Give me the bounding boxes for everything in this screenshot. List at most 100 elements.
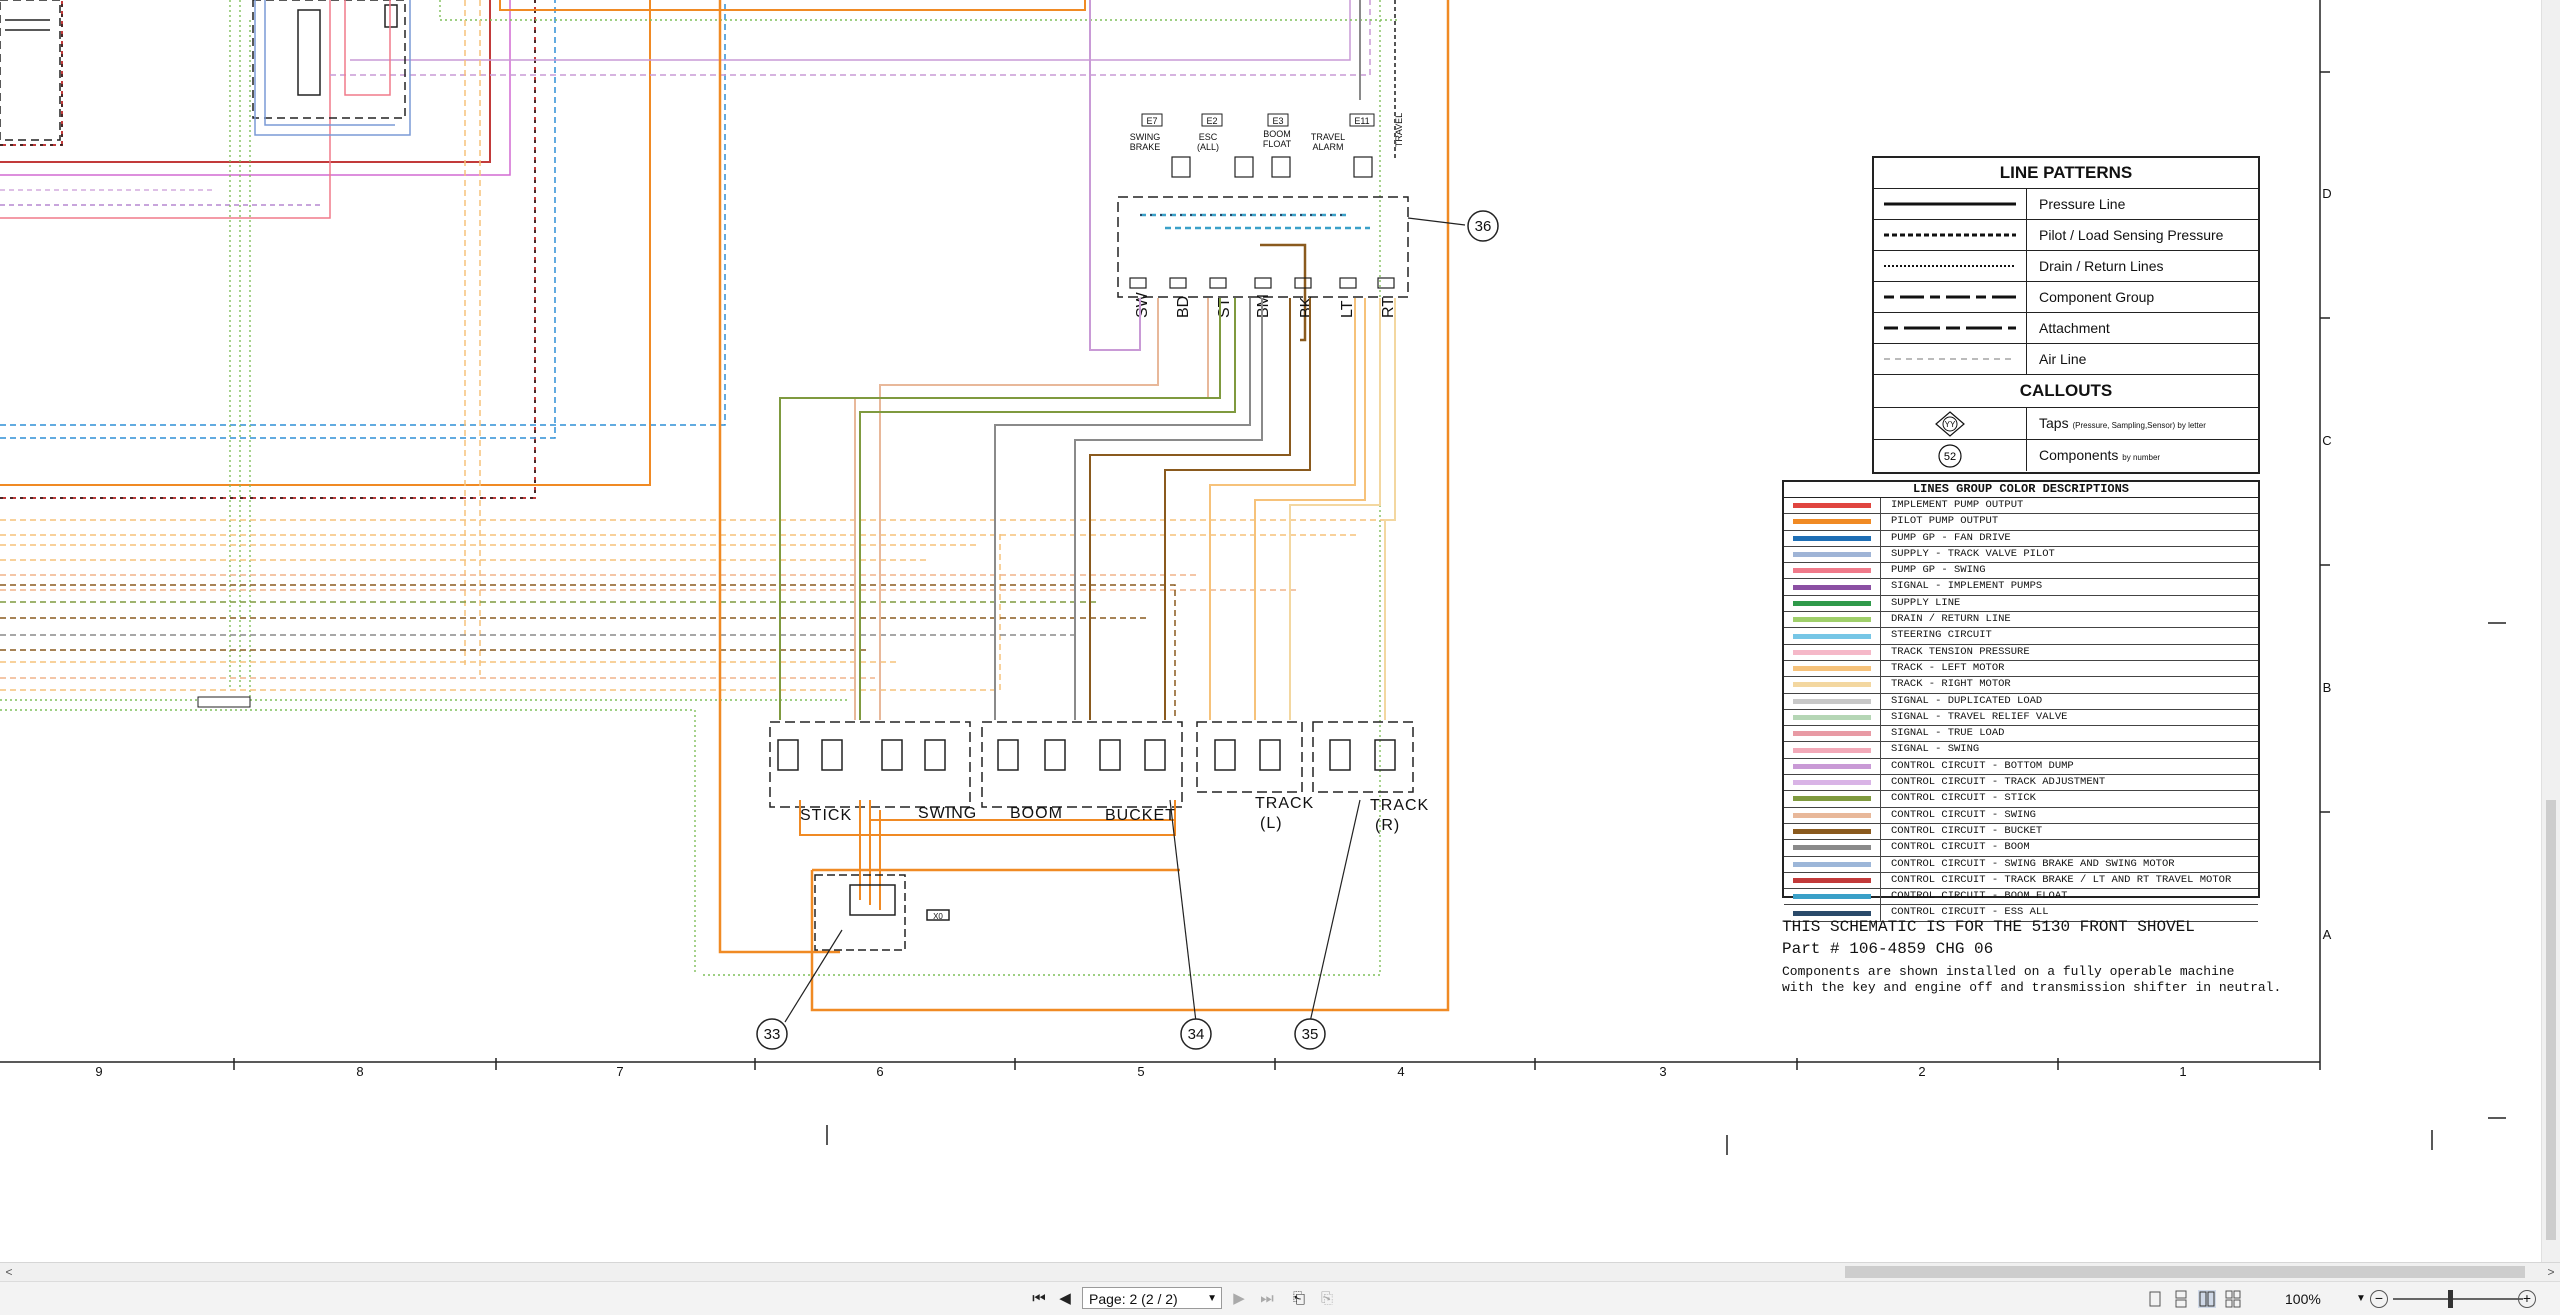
color-swatch [1784,856,1881,872]
color-swatch [1784,612,1881,628]
single-page-view-icon[interactable] [2146,1290,2164,1308]
label-bucket: BUCKET [1105,807,1176,824]
page-dropdown-icon[interactable]: ▼ [1207,1288,1217,1310]
color-description-label: CONTROL CIRCUIT - BOOM FLOAT [1891,890,2068,903]
svg-text:4: 4 [1397,1064,1404,1079]
svg-text:E2: E2 [1206,116,1217,126]
zoom-dropdown-icon[interactable]: ▼ [2356,1288,2366,1310]
svg-text:5: 5 [1137,1064,1144,1079]
tap-diamond-icon: YY [1935,410,1965,437]
next-page-icon[interactable]: ▶ [1228,1288,1250,1310]
color-description-label: CONTROL CIRCUIT - SWING [1891,808,2036,821]
color-description-row: SIGNAL - IMPLEMENT PUMPS [1784,579,2258,596]
previous-page-icon[interactable]: ◀ [1054,1288,1076,1310]
vertical-scrollbar[interactable] [2541,0,2560,1262]
svg-text:BRAKE: BRAKE [1130,142,1161,152]
line-patterns-title: LINE PATTERNS [1874,158,2258,189]
line-pattern-row: Air Line [1874,344,2258,375]
svg-text:7: 7 [616,1064,623,1079]
label-track-l-side: (L) [1260,815,1283,832]
color-description-row: SUPPLY LINE [1784,595,2258,613]
previous-view-icon[interactable]: ⎗ [1288,1288,1310,1310]
horizontal-scroll-thumb[interactable] [1845,1266,2525,1278]
color-description-label: SIGNAL - TRAVEL RELIEF VALVE [1891,710,2068,723]
color-swatch [1784,660,1881,677]
color-description-label: CONTROL CIRCUIT - BOOM [1891,841,2030,854]
color-swatch [1784,775,1881,791]
color-description-row: SUPPLY - TRACK VALVE PILOT [1784,546,2258,564]
last-page-icon[interactable]: ⏭ [1256,1288,1278,1310]
valve-groups [769,721,1414,808]
color-description-label: PILOT PUMP OUTPUT [1891,515,1999,528]
color-description-row: DRAIN / RETURN LINE [1784,612,2258,629]
callout-34: 34 [1188,1026,1205,1043]
color-description-label: CONTROL CIRCUIT - BOTTOM DUMP [1891,759,2074,772]
svg-text:ESC: ESC [1199,132,1218,142]
zoom-level: 100% [2285,1291,2321,1307]
color-swatch [1784,693,1881,709]
color-description-label: CONTROL CIRCUIT - BUCKET [1891,824,2043,837]
color-description-row: TRACK - LEFT MOTOR [1784,660,2258,678]
document-viewport[interactable]: E7 SWING BRAKE E2 ESC (ALL) E3 BOOM FLOAT E… [0,0,2560,1262]
svg-text:TRAVEL: TRAVEL [1311,132,1345,142]
svg-text:B: B [2323,680,2332,695]
color-description-row: SIGNAL - DUPLICATED LOAD [1784,693,2258,710]
svg-text:C: C [2322,433,2331,448]
vertical-scroll-thumb[interactable] [2546,800,2556,1240]
color-description-row: CONTROL CIRCUIT - BUCKET [1784,823,2258,841]
continuous-facing-view-icon[interactable] [2224,1290,2242,1308]
svg-text:SW: SW [1134,291,1151,318]
label-track-r: TRACK [1370,797,1429,814]
scroll-right-icon[interactable]: > [2542,1263,2560,1281]
label-track-r-side: (R) [1375,817,1400,834]
horizontal-scrollbar[interactable]: < > [0,1262,2560,1281]
zoom-slider-thumb[interactable] [2448,1290,2453,1308]
color-description-label: CONTROL CIRCUIT - SWING BRAKE AND SWING … [1891,857,2175,870]
status-bar: ⏮ ◀ Page: 2 (2 / 2) ▼ ▶ ⏭ ⎗ ⎘ 100% ▼ − + [0,1281,2560,1315]
disclaimer-line-2: with the key and engine off and transmis… [1782,980,2282,995]
color-description-row: CONTROL CIRCUIT - BOOM [1784,840,2258,857]
continuous-view-icon[interactable] [2172,1290,2190,1308]
color-swatch [1784,823,1881,840]
facing-pages-view-icon[interactable] [2198,1290,2216,1308]
line-pattern-row: Drain / Return Lines [1874,251,2258,282]
next-view-icon[interactable]: ⎘ [1316,1288,1338,1310]
schematic-title-note: THIS SCHEMATIC IS FOR THE 5130 FRONT SHO… [1782,918,2195,936]
color-swatch [1784,840,1881,856]
svg-text:2: 2 [1918,1064,1925,1079]
color-description-label: CONTROL CIRCUIT - STICK [1891,792,2036,805]
line-patterns-legend: LINE PATTERNS Pressure Line Pilot / Load… [1872,156,2260,474]
label-stick: STICK [800,807,852,824]
svg-text:3: 3 [1659,1064,1666,1079]
first-page-icon[interactable]: ⏮ [1028,1288,1050,1310]
zoom-in-icon[interactable]: + [2518,1290,2536,1308]
color-swatch [1784,726,1881,742]
color-swatch [1784,563,1881,579]
line-pattern-row: Component Group [1874,282,2258,313]
svg-text:BM: BM [1255,294,1272,318]
schematic-notes: THIS SCHEMATIC IS FOR THE 5130 FRONT SHO… [1782,918,2342,996]
svg-text:9: 9 [95,1064,102,1079]
callout-row-taps: YY Taps (Pressure, Sampling,Sensor) by l… [1874,408,2258,440]
zoom-slider[interactable] [2393,1298,2523,1300]
color-description-label: SIGNAL - SWING [1891,743,1980,756]
disclaimer-line-1: Components are shown installed on a full… [1782,964,2235,979]
component-33 [814,874,950,951]
svg-text:D: D [2322,186,2331,201]
svg-text:BOOM: BOOM [1263,129,1291,139]
color-swatch [1784,677,1881,693]
label-track-l: TRACK [1255,795,1314,812]
color-description-row: TRACK - RIGHT MOTOR [1784,677,2258,694]
color-description-label: PUMP GP - FAN DRIVE [1891,531,2011,544]
page-number-field[interactable]: Page: 2 (2 / 2) ▼ [1082,1287,1222,1309]
scroll-left-icon[interactable]: < [0,1263,18,1281]
zoom-out-icon[interactable]: − [2370,1290,2388,1308]
svg-text:BK: BK [1298,296,1315,318]
line-pattern-row: Pilot / Load Sensing Pressure [1874,220,2258,251]
color-descriptions-title: LINES GROUP COLOR DESCRIPTIONS [1784,482,2258,498]
color-description-label: SIGNAL - TRUE LOAD [1891,727,2005,740]
label-swing: SWING [918,805,977,822]
callout-row-components: 52 Components by number [1874,440,2258,471]
color-swatch [1784,595,1881,612]
svg-text:52: 52 [1944,451,1956,463]
